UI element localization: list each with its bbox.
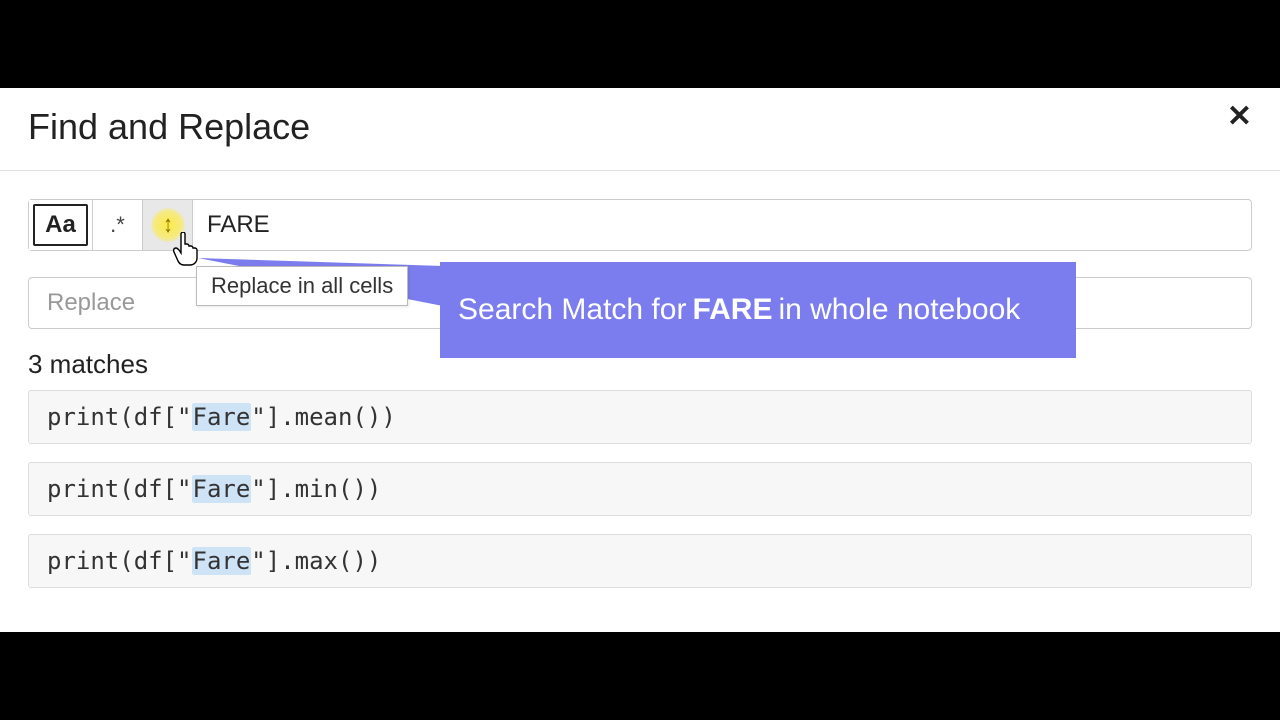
match-highlight: Fare: [192, 403, 252, 431]
code-post: "].mean()): [251, 403, 396, 431]
dialog-title: Find and Replace: [0, 88, 1280, 170]
updown-icon: ↕: [163, 211, 173, 239]
case-sensitive-toggle[interactable]: Aa: [29, 200, 93, 250]
search-all-cells-toggle[interactable]: ↕: [143, 200, 193, 250]
find-replace-dialog: Find and Replace ✕ Aa .* ↕ 3 matches pri…: [0, 88, 1280, 632]
regex-toggle[interactable]: .*: [93, 200, 143, 250]
annotation-callout: Search Match for FARE in whole notebook: [440, 262, 1076, 358]
tooltip: Replace in all cells: [196, 266, 408, 306]
search-row: Aa .* ↕: [28, 199, 1252, 251]
close-button[interactable]: ✕: [1227, 102, 1252, 132]
callout-prefix: Search Match for: [458, 293, 686, 327]
match-result[interactable]: print(df["Fare"].mean()): [28, 390, 1252, 444]
code-post: "].max()): [251, 547, 381, 575]
match-highlight: Fare: [192, 547, 252, 575]
match-result[interactable]: print(df["Fare"].min()): [28, 462, 1252, 516]
search-input[interactable]: [193, 200, 1251, 250]
code-pre: print(df[": [47, 403, 192, 431]
code-pre: print(df[": [47, 547, 192, 575]
callout-suffix: in whole notebook: [778, 293, 1020, 327]
divider: [0, 170, 1280, 171]
code-pre: print(df[": [47, 475, 192, 503]
match-highlight: Fare: [192, 475, 252, 503]
match-result[interactable]: print(df["Fare"].max()): [28, 534, 1252, 588]
code-post: "].min()): [251, 475, 381, 503]
callout-term: FARE: [692, 293, 772, 327]
